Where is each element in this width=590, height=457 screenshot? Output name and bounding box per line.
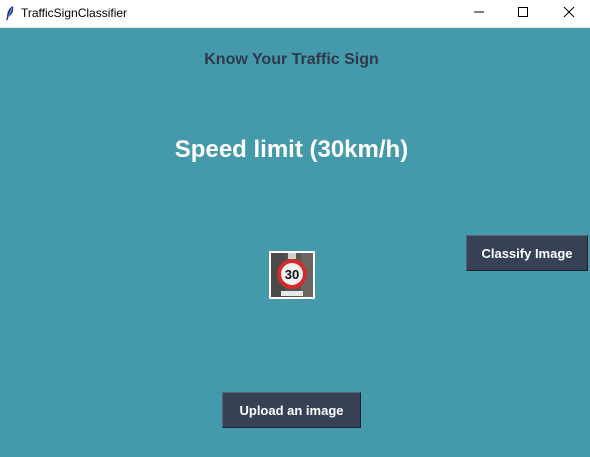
window-title: TrafficSignClassifier — [21, 6, 128, 20]
maximize-icon — [517, 5, 529, 23]
upload-image-button[interactable]: Upload an image — [222, 392, 361, 428]
sign-speed-text: 30 — [285, 267, 299, 282]
uploaded-sign-image: 30 — [269, 251, 315, 299]
app-window: TrafficSignClassifier Know Your Traffic … — [0, 0, 590, 457]
maximize-button[interactable] — [500, 0, 546, 27]
close-button[interactable] — [546, 0, 590, 27]
main-panel: Know Your Traffic Sign Speed limit (30km… — [0, 28, 590, 457]
classify-image-button[interactable]: Classify Image — [466, 235, 588, 271]
page-heading: Know Your Traffic Sign — [204, 51, 379, 68]
title-bar[interactable]: TrafficSignClassifier — [0, 0, 590, 28]
classification-result: Speed limit (30km/h) — [174, 136, 409, 163]
feather-app-icon — [4, 5, 16, 21]
minimize-button[interactable] — [456, 0, 502, 27]
minimize-icon — [473, 5, 485, 23]
close-icon — [563, 5, 575, 23]
